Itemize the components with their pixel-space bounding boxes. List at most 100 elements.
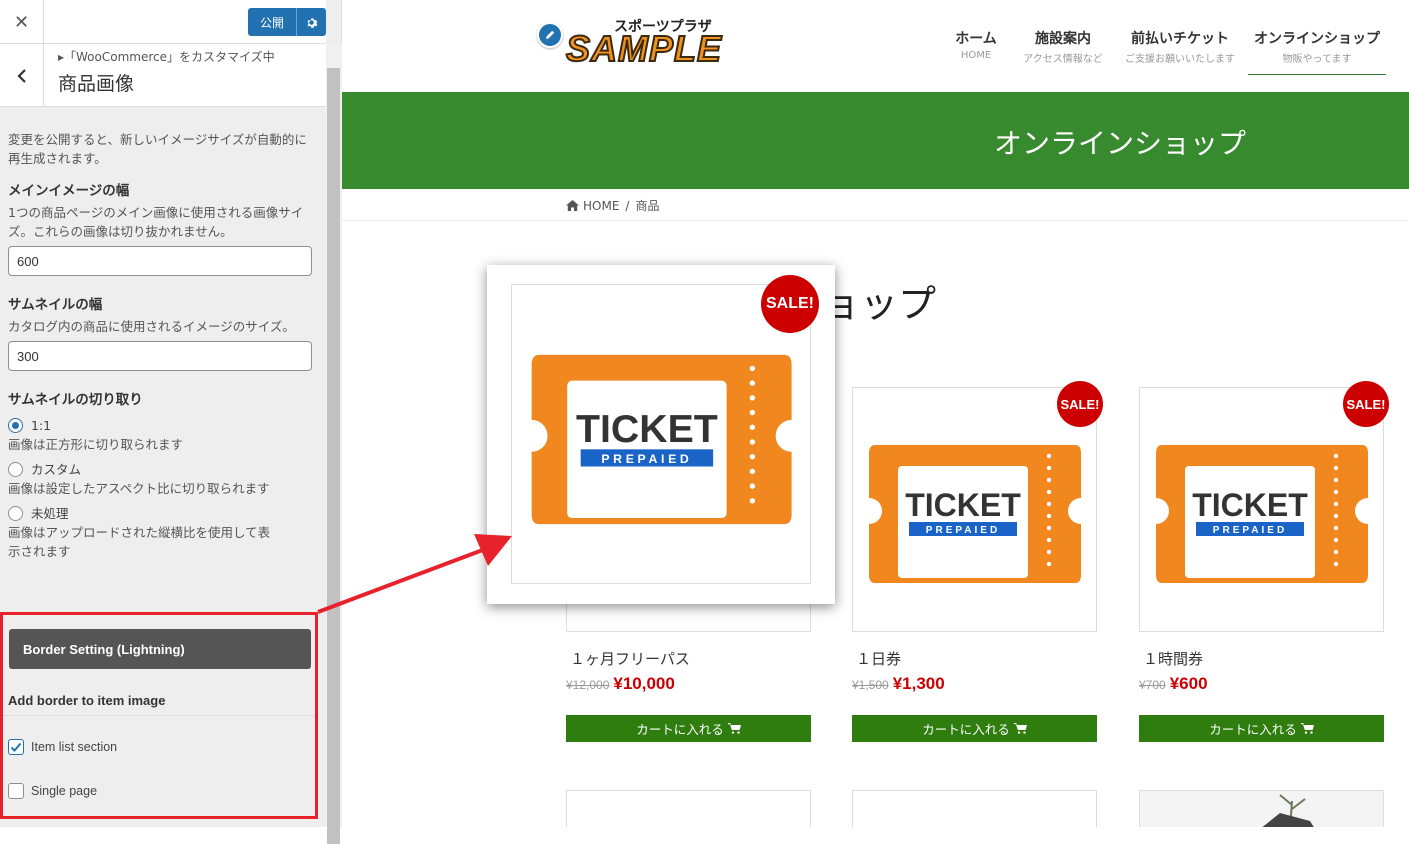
- thumb-width-input[interactable]: [8, 341, 312, 371]
- cart-label: カートに入れる: [922, 722, 1010, 737]
- add-to-cart-button[interactable]: カートに入れる: [566, 715, 811, 742]
- plant-photo: [1262, 794, 1314, 827]
- crop-option-label: カスタム: [31, 462, 82, 477]
- section-header: ▸「WooCommerce」をカスタマイズ中 商品画像: [0, 44, 326, 107]
- border-setting-button[interactable]: Border Setting (Lightning): [9, 629, 311, 669]
- cart-icon: [1300, 723, 1314, 734]
- page-banner: オンラインショップ: [342, 92, 1409, 189]
- crop-option-label: 未処理: [31, 506, 69, 521]
- publish-label: 公開: [259, 15, 284, 30]
- home-icon: [566, 200, 579, 211]
- close-icon[interactable]: ✕: [0, 0, 44, 44]
- border-setting-panel: Border Setting (Lightning) Add border to…: [0, 612, 318, 819]
- border-subtitle: Add border to item image: [8, 693, 166, 708]
- breadcrumb-home[interactable]: HOME: [583, 199, 619, 213]
- product-name[interactable]: １日券: [856, 648, 901, 669]
- breadcrumb-current: 商品: [635, 199, 660, 213]
- nav-sublabel: ご支援お願いいたします: [1125, 54, 1235, 65]
- radio-uncropped[interactable]: [8, 506, 23, 521]
- add-to-cart-button[interactable]: カートに入れる: [1139, 715, 1384, 742]
- nav-active-underline: [1248, 74, 1386, 75]
- crop-option-custom[interactable]: カスタム: [8, 460, 314, 479]
- product-name[interactable]: １時間券: [1143, 648, 1203, 669]
- breadcrumb: HOME / 商品: [566, 197, 659, 214]
- customizer-topbar: ✕ 公開: [0, 0, 326, 44]
- crop-option-square[interactable]: 1:1: [8, 416, 314, 435]
- crop-option-label: 1:1: [31, 418, 52, 433]
- publish-button[interactable]: 公開: [248, 8, 326, 36]
- product-image-4[interactable]: [566, 790, 811, 827]
- section-breadcrumb: ▸「WooCommerce」をカスタマイズ中: [58, 50, 275, 64]
- breadcrumb-separator: /: [625, 198, 630, 213]
- ticket-image: TICKET PREPAIED: [869, 445, 1081, 583]
- gear-icon[interactable]: [296, 8, 326, 36]
- sale-badge: SALE!: [1057, 381, 1103, 427]
- edit-pencil-icon[interactable]: [537, 22, 563, 48]
- ticket-subword: PREPAIED: [1213, 525, 1287, 536]
- item-list-checkbox[interactable]: [8, 739, 24, 755]
- nav-label: オンラインショップ: [1254, 30, 1380, 46]
- sale-price: ¥1,300: [892, 674, 945, 693]
- ticket-word: TICKET: [576, 407, 718, 451]
- nav-online-shop[interactable]: オンラインショップ 物販やってます: [1248, 28, 1386, 65]
- site-preview: スポーツプラザ SAMPLE ホーム HOME 施設案内 アクセス情報など 前払…: [342, 0, 1409, 827]
- nav-label: ホーム: [955, 30, 997, 46]
- product-image-3[interactable]: TICKET PREPAIED: [1139, 387, 1384, 632]
- logo-wordmark: SAMPLE: [565, 27, 723, 70]
- sale-price: ¥10,000: [613, 674, 675, 693]
- main-width-title: メインイメージの幅: [8, 183, 130, 199]
- scrollbar-thumb[interactable]: [327, 68, 340, 844]
- single-page-checkbox[interactable]: [8, 783, 24, 799]
- single-page-label: Single page: [31, 784, 98, 798]
- divider: [342, 220, 1409, 221]
- thumb-width-title: サムネイルの幅: [8, 297, 103, 313]
- ticket-word: TICKET: [905, 487, 1021, 523]
- section-title: 商品画像: [58, 73, 135, 95]
- thumb-width-desc: カタログ内の商品に使用されるイメージのサイズ。: [8, 319, 295, 334]
- nav-sublabel: アクセス情報など: [1023, 54, 1103, 65]
- crop-title: サムネイルの切り取り: [8, 392, 143, 408]
- item-list-label: Item list section: [31, 740, 118, 754]
- nav-sublabel: 物販やってます: [1282, 54, 1352, 65]
- crop-option-uncropped[interactable]: 未処理: [8, 504, 314, 523]
- item-list-option[interactable]: Item list section: [8, 739, 117, 755]
- back-arrow-icon[interactable]: [0, 44, 44, 107]
- nav-facilities[interactable]: 施設案内 アクセス情報など: [1018, 28, 1108, 65]
- banner-title: オンラインショップ: [994, 127, 1247, 160]
- cart-icon: [727, 723, 741, 734]
- product-image-6[interactable]: [1139, 790, 1384, 827]
- sale-price: ¥600: [1169, 674, 1208, 693]
- product-price: ¥12,000 ¥10,000: [566, 674, 675, 694]
- single-page-option[interactable]: Single page: [8, 783, 97, 799]
- product-price: ¥700 ¥600: [1139, 674, 1208, 694]
- sale-badge: SALE!: [761, 275, 819, 333]
- radio-custom[interactable]: [8, 462, 23, 477]
- radio-square[interactable]: [8, 418, 23, 433]
- customizer-sidebar: ✕ 公開 ▸「WooCommerce」をカスタマイズ中 商品画像 変更を公開する…: [0, 0, 342, 844]
- add-to-cart-button[interactable]: カートに入れる: [852, 715, 1097, 742]
- crop-option-desc: 画像は設定したアスペクト比に切り取られます: [8, 481, 270, 496]
- site-logo[interactable]: スポーツプラザ SAMPLE: [565, 16, 772, 72]
- product-image-5[interactable]: [852, 790, 1097, 827]
- zoomed-product-image: TICKET PREPAIED SALE!: [487, 265, 835, 604]
- nav-home[interactable]: ホーム HOME: [941, 28, 1011, 61]
- sale-badge: SALE!: [1343, 381, 1389, 427]
- divider: [3, 715, 315, 716]
- product-image-2[interactable]: TICKET PREPAIED: [852, 387, 1097, 632]
- product-name[interactable]: １ヶ月フリーパス: [570, 648, 690, 669]
- cart-icon: [1013, 723, 1027, 734]
- main-width-desc: 1つの商品ページのメイン画像に使用される画像サイズ。これらの画像は切り抜かれませ…: [8, 205, 304, 239]
- nav-sublabel: HOME: [960, 50, 992, 61]
- nav-tickets[interactable]: 前払いチケット ご支援お願いいたします: [1120, 28, 1240, 65]
- main-width-input[interactable]: [8, 246, 312, 276]
- product-image-bordered: TICKET PREPAIED: [511, 284, 811, 584]
- crop-option-desc: 画像は正方形に切り取られます: [8, 437, 184, 452]
- product-price: ¥1,500 ¥1,300: [852, 674, 945, 694]
- section-body: 変更を公開すると、新しいイメージサイズが自動的に再生成されます。 メインイメージ…: [8, 130, 314, 561]
- crop-option-desc: 画像はアップロードされた縦横比を使用して表示されます: [8, 525, 271, 559]
- page-heading: ョップ: [822, 282, 937, 326]
- ticket-image: TICKET PREPAIED: [1156, 445, 1368, 583]
- old-price: ¥1,500: [852, 678, 889, 692]
- old-price: ¥700: [1139, 678, 1166, 692]
- sidebar-scrollbar[interactable]: [326, 44, 342, 844]
